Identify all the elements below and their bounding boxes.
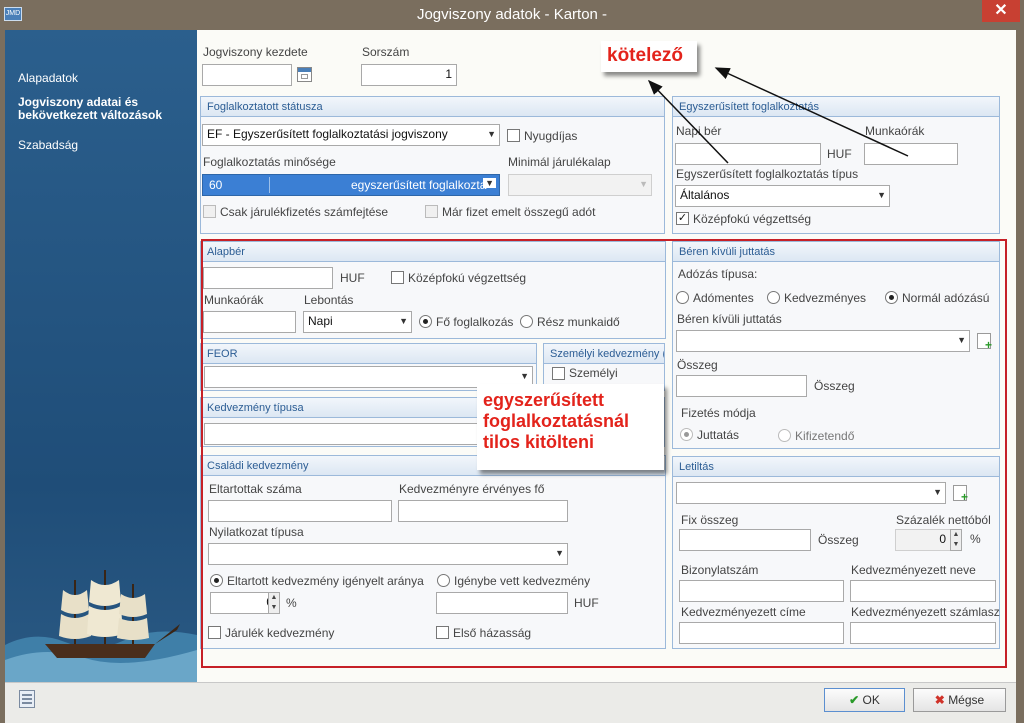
forbidden-callout-line2: foglalkoztatásnál: [483, 411, 630, 431]
status-select[interactable]: EF - Egyszerűsített foglalkoztatási jogv…: [202, 124, 500, 146]
quality-label: Foglalkoztatás minősége: [203, 155, 336, 169]
simple-secondary-edu-label: Középfokú végzettség: [693, 212, 812, 226]
daily-wage-unit: HUF: [827, 147, 852, 161]
close-button[interactable]: ✕: [982, 0, 1020, 22]
check-icon: ✔: [849, 693, 860, 707]
hours-label: Munkaórák: [865, 124, 925, 138]
contrib-only-label: Csak járulékfizetés számfejtése: [220, 205, 389, 219]
sidebar-item-szabadsag[interactable]: Szabadság: [18, 139, 78, 152]
simple-type-value: Általános: [680, 188, 730, 202]
quality-select[interactable]: 60 egyszerűsített foglalkozta ▼: [202, 174, 500, 196]
daily-wage-input[interactable]: [675, 143, 821, 165]
cancel-label: Mégse: [948, 693, 985, 707]
window-frame-right: [1016, 30, 1024, 723]
pension-checkbox[interactable]: [507, 129, 520, 142]
window-title: Jogviszony adatok - Karton -: [416, 6, 608, 23]
required-callout: kötelező: [601, 41, 697, 72]
cross-icon: ✖: [934, 693, 945, 707]
hours-input[interactable]: [864, 143, 958, 165]
status-panel-title: Foglalkoztatott státusza: [201, 97, 664, 117]
ship-illustration: [5, 570, 197, 682]
forbidden-callout-line3: tilos kitölteni: [483, 432, 595, 452]
title-bar: JMD Jogviszony adatok - Karton - ✕: [0, 0, 1024, 30]
document-icon[interactable]: [19, 690, 35, 708]
chevron-down-icon: ▼: [483, 178, 496, 188]
forbidden-callout: egyszerűsített foglalkoztatásnál tilos k…: [477, 384, 664, 470]
contrib-only-checkbox: [203, 205, 216, 218]
start-date-label: Jogviszony kezdete: [203, 45, 308, 59]
type-label: Egyszerűsített foglalkoztatás típus: [676, 167, 859, 181]
min-base-select: ▼: [508, 174, 652, 196]
sidebar-item-jogviszony-line2[interactable]: bekövetkezett változások: [18, 109, 162, 122]
higher-tax-label: Már fizet emelt összegű adót: [442, 205, 596, 219]
chevron-down-icon: ▼: [877, 190, 886, 200]
sequence-input[interactable]: 1: [361, 64, 457, 86]
higher-tax-checkbox: [425, 205, 438, 218]
calendar-icon[interactable]: [297, 67, 312, 82]
quality-divider: [269, 177, 270, 193]
quality-text: egyszerűsített foglalkozta: [351, 178, 487, 192]
ok-button[interactable]: ✔ OK: [824, 688, 905, 712]
status-select-value: EF - Egyszerűsített foglalkoztatási jogv…: [207, 127, 448, 141]
cancel-button[interactable]: ✖ Mégse: [913, 688, 1006, 712]
pension-label: Nyugdíjas: [524, 129, 578, 143]
sidebar: Alapadatok Jogviszony adatai és bekövetk…: [5, 30, 197, 682]
chevron-down-icon: ▼: [487, 129, 496, 139]
simple-panel-title: Egyszerűsített foglalkoztatás: [673, 97, 999, 117]
start-date-input[interactable]: [202, 64, 292, 86]
ok-label: OK: [862, 693, 880, 707]
sidebar-item-alapadatok[interactable]: Alapadatok: [18, 72, 78, 85]
chevron-down-icon: ▼: [639, 179, 648, 189]
forbidden-callout-line1: egyszerűsített: [483, 390, 605, 410]
simple-secondary-edu-checkbox[interactable]: ✓: [676, 212, 689, 225]
simple-type-select[interactable]: Általános ▼: [675, 185, 890, 207]
sequence-label: Sorszám: [362, 45, 410, 59]
min-base-label: Minimál járulékalap: [508, 155, 611, 169]
quality-code: 60: [209, 178, 223, 192]
daily-wage-label: Napi bér: [676, 124, 722, 138]
